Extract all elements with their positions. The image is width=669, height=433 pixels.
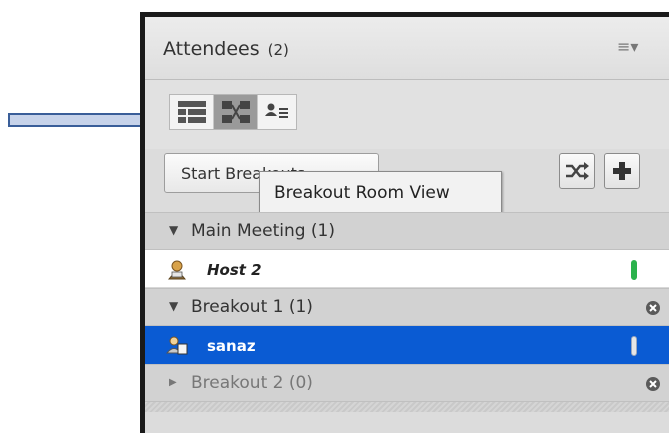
shuffle-button[interactable] [559, 153, 595, 189]
shuffle-icon [566, 162, 589, 180]
attendee-name: Host 2 [207, 261, 262, 279]
close-room-icon[interactable] [645, 376, 661, 392]
view-toolbar [145, 80, 669, 149]
close-room-icon[interactable] [645, 300, 661, 316]
expand-caret-icon[interactable]: ▶ [169, 377, 177, 388]
panel-footer-hatch [145, 402, 669, 412]
room-breakout-1[interactable]: ▼ Breakout 1 (1) [145, 288, 669, 326]
host-avatar-icon [168, 260, 186, 280]
breakout-view-icon [221, 101, 250, 123]
presenter-view-button[interactable] [258, 95, 296, 129]
breakout-view-button[interactable] [214, 95, 258, 129]
panel-title-text: Attendees [163, 38, 260, 60]
list-view-icon [177, 101, 206, 123]
participant-avatar-icon [166, 336, 188, 355]
view-switcher [169, 94, 297, 130]
add-breakout-button[interactable] [604, 153, 640, 189]
presenter-view-icon [265, 103, 288, 118]
tooltip-text: Breakout Room View [274, 183, 450, 203]
room-label: Breakout 1 (1) [191, 297, 313, 317]
room-main-meeting[interactable]: ▼ Main Meeting (1) [145, 212, 669, 250]
room-label: Breakout 2 (0) [191, 373, 313, 393]
audio-level-indicator [631, 260, 637, 280]
list-view-button[interactable] [170, 95, 214, 129]
panel-title: Attendees (2) [163, 38, 289, 60]
tooltip: Breakout Room View [259, 171, 502, 213]
attendee-name: sanaz [207, 337, 256, 355]
room-label: Main Meeting (1) [191, 221, 336, 241]
add-icon [613, 162, 631, 180]
attendee-count: (2) [267, 41, 289, 59]
room-breakout-2[interactable]: ▶ Breakout 2 (0) [145, 364, 669, 402]
list-menu-icon[interactable]: ≡▾ [617, 39, 643, 55]
attendees-panel: Attendees (2) ≡▾ Start Breakouts Breakou… [140, 12, 669, 433]
attendee-row-host[interactable]: Host 2 [145, 250, 669, 288]
expand-caret-icon[interactable]: ▼ [169, 299, 178, 313]
audio-level-indicator [631, 336, 637, 356]
expand-caret-icon[interactable]: ▼ [169, 223, 178, 237]
panel-header: Attendees (2) ≡▾ [145, 17, 669, 80]
attendee-row-sanaz[interactable]: sanaz [145, 326, 669, 364]
